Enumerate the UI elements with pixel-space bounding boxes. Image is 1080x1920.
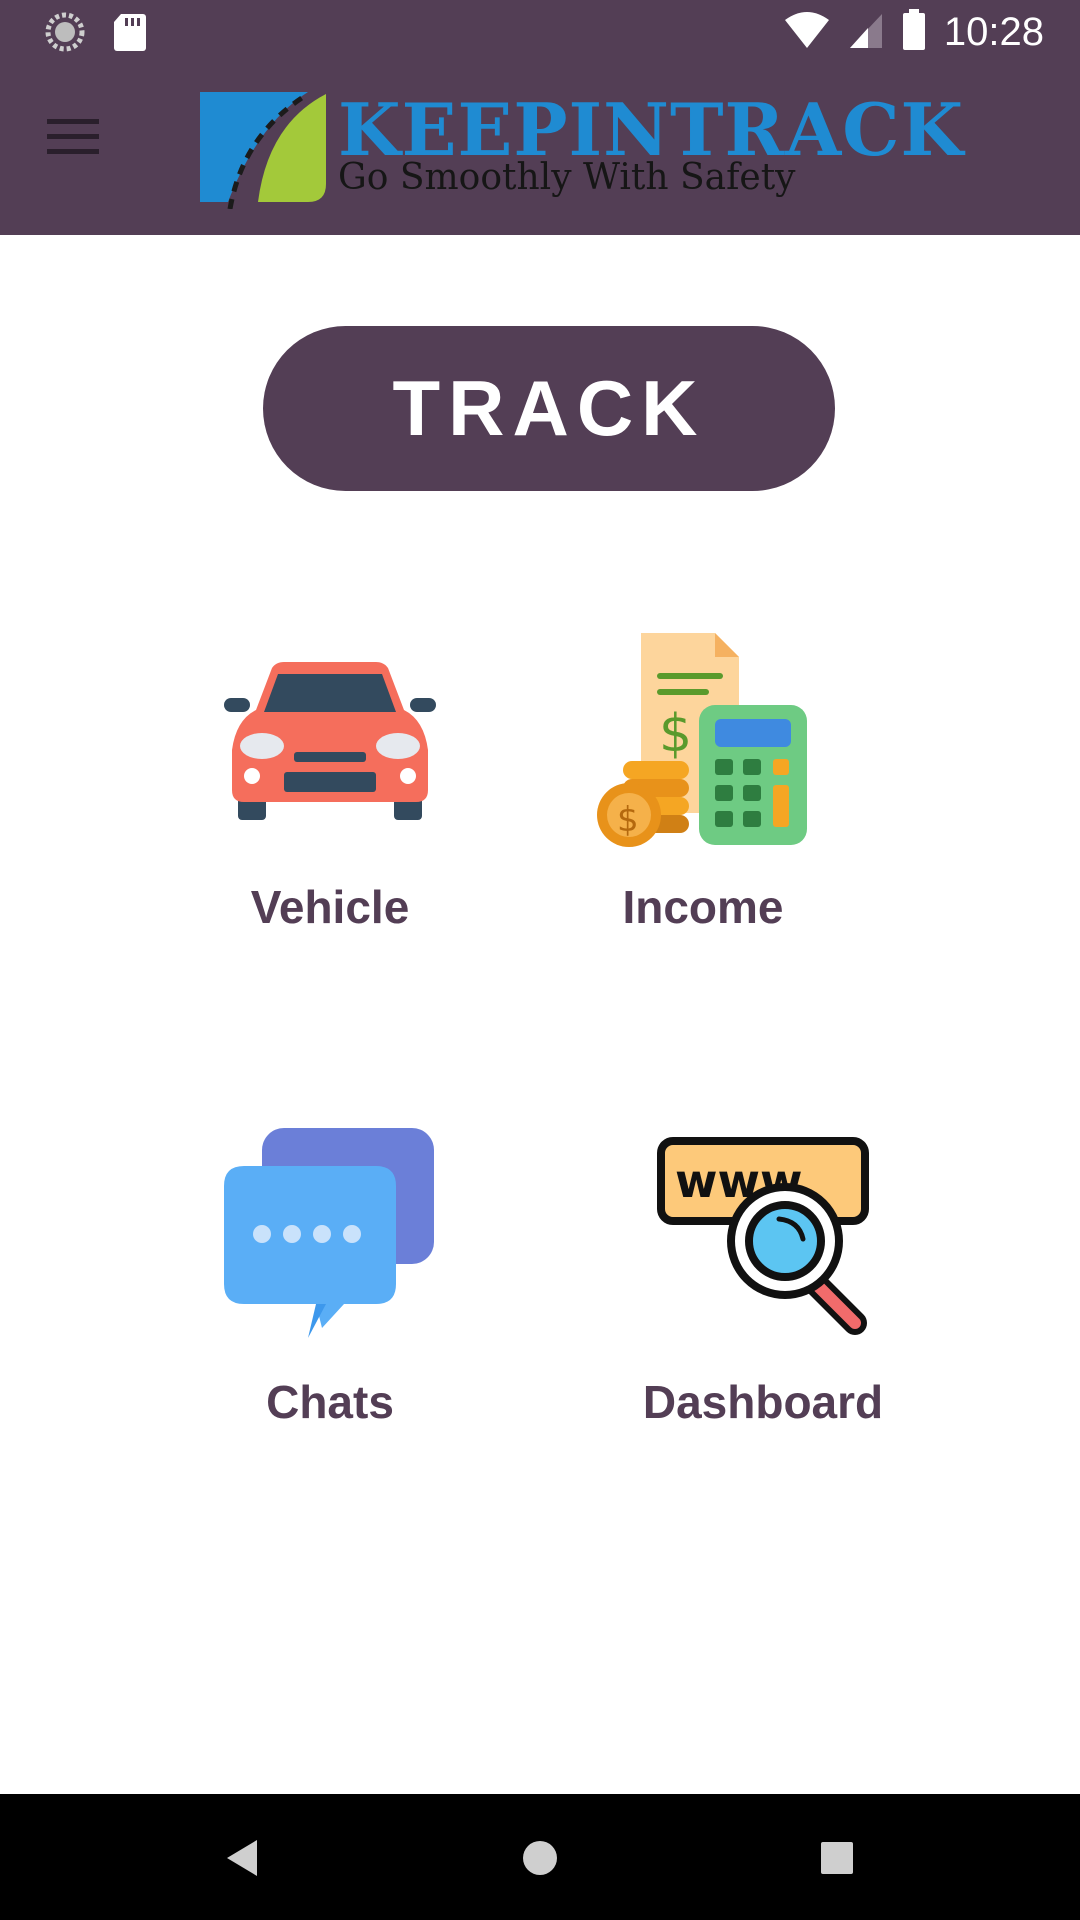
road-leaf-logo-icon — [200, 91, 326, 209]
home-icon[interactable] — [510, 1828, 570, 1888]
status-clock: 10:28 — [943, 10, 1044, 54]
www-search-icon: www — [657, 1125, 869, 1345]
chat-bubbles-icon — [224, 1125, 436, 1345]
chats-label: Chats — [266, 1376, 394, 1428]
chats-tile[interactable]: Chats — [150, 1125, 510, 1429]
income-label: Income — [622, 881, 784, 933]
vehicle-tile[interactable]: Vehicle — [150, 630, 510, 934]
battery-icon — [902, 8, 926, 56]
status-bar: 10:28 — [0, 0, 1080, 64]
brand-logo: KEEPINTRACK Go Smoothly With Safety — [198, 84, 963, 214]
system-nav-bar — [0, 1794, 1080, 1920]
car-icon — [224, 630, 436, 850]
sd-card-icon — [113, 12, 147, 57]
track-button[interactable]: TRACK — [263, 326, 835, 491]
svg-text:$: $ — [659, 704, 692, 764]
app-bar: KEEPINTRACK Go Smoothly With Safety — [0, 64, 1080, 235]
income-tile[interactable]: $ $ Income — [523, 630, 883, 934]
signal-icon — [848, 10, 884, 55]
brand-tagline: Go Smoothly With Safety — [338, 157, 796, 198]
back-icon[interactable] — [212, 1828, 272, 1888]
vehicle-label: Vehicle — [250, 881, 410, 933]
hamburger-menu-icon[interactable] — [40, 104, 106, 170]
svg-text:$: $ — [617, 800, 639, 840]
dashboard-label: Dashboard — [642, 1376, 884, 1428]
dashboard-tile[interactable]: www Dashboard — [583, 1125, 943, 1429]
income-calculator-icon: $ $ — [597, 630, 809, 850]
sync-icon — [45, 12, 85, 57]
wifi-icon — [784, 10, 830, 55]
app-header: 10:28 KEEPINTRACK Go Smoothly With Safet… — [0, 0, 1080, 235]
recents-icon[interactable] — [807, 1828, 867, 1888]
